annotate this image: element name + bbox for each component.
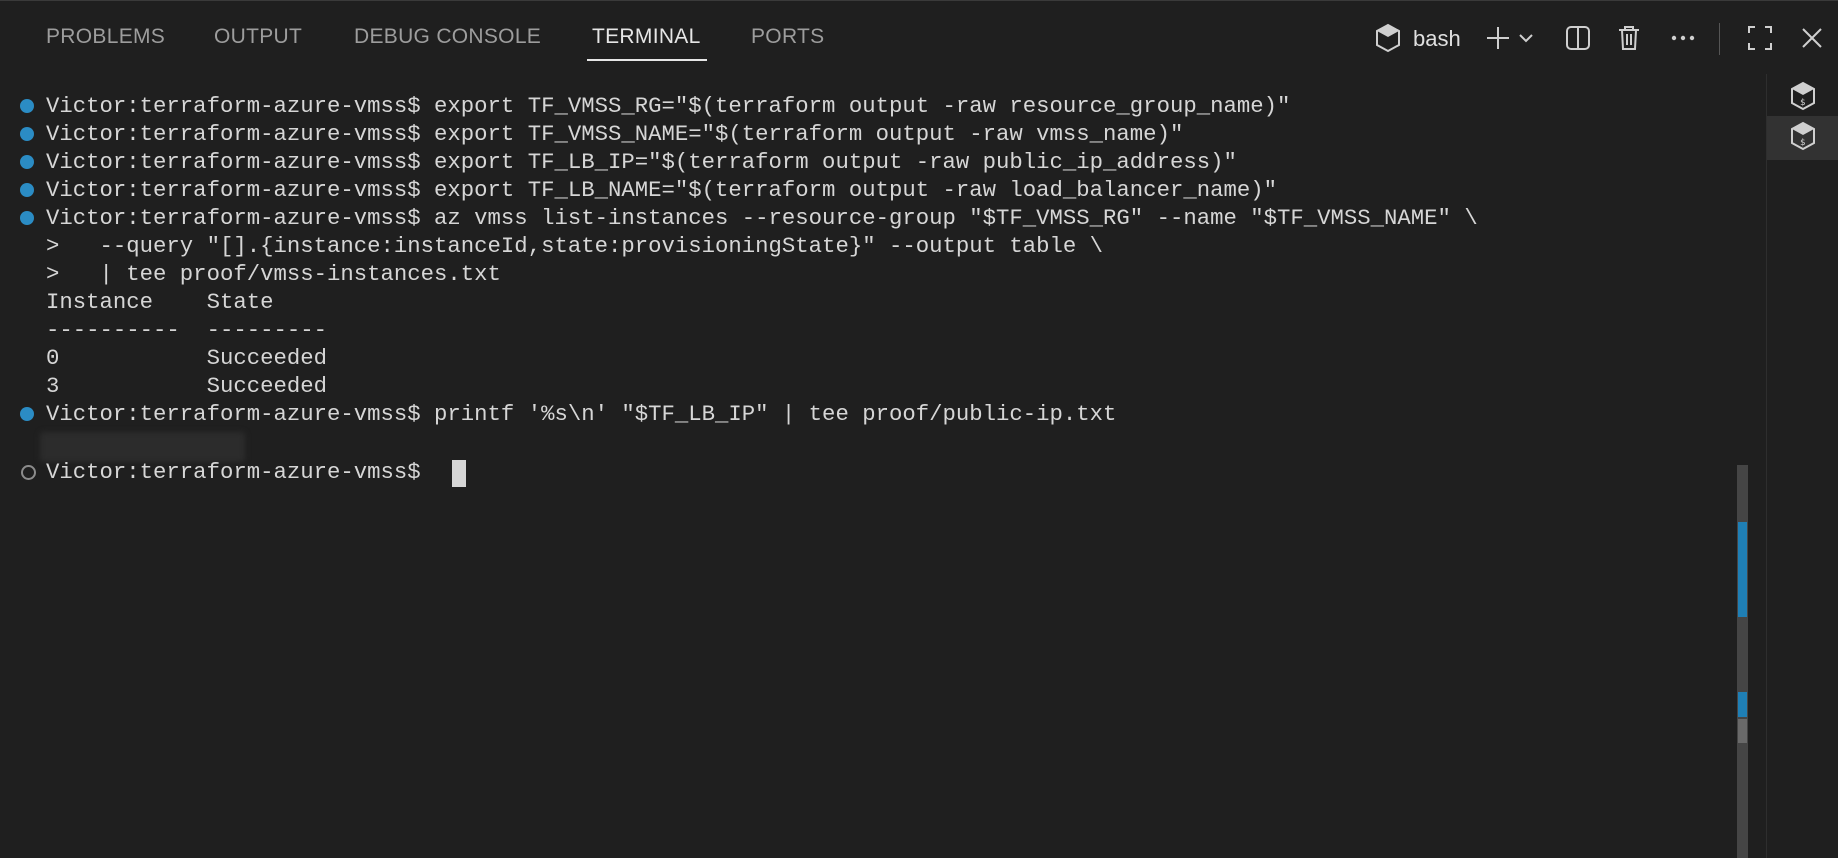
terminal-output[interactable]: Victor:terraform-azure-vmss$ export TF_V… bbox=[0, 92, 1766, 852]
command-success-marker[interactable] bbox=[20, 127, 34, 141]
terminal-cursor bbox=[452, 460, 466, 487]
split-terminal-icon[interactable] bbox=[1561, 21, 1595, 55]
scrollbar-marker bbox=[1738, 692, 1747, 717]
bash-terminal-icon: $ bbox=[1789, 81, 1817, 116]
chevron-down-icon[interactable] bbox=[1514, 21, 1538, 55]
terminal-line: Instance State bbox=[46, 289, 274, 315]
terminal-line: 0 Succeeded bbox=[46, 345, 327, 371]
maximize-icon[interactable] bbox=[1743, 21, 1777, 55]
svg-text:$: $ bbox=[1385, 40, 1390, 50]
terminal-line: Victor:terraform-azure-vmss$ export TF_L… bbox=[46, 177, 1277, 203]
terminal-line: 3 Succeeded bbox=[46, 373, 327, 399]
panel-header: PROBLEMS OUTPUT DEBUG CONSOLE TERMINAL P… bbox=[0, 0, 1838, 74]
terminal-line: Victor:terraform-azure-vmss$ az vmss lis… bbox=[46, 205, 1478, 231]
toolbar-divider bbox=[1719, 23, 1720, 55]
terminal-tabs-list: $ $ bbox=[1766, 74, 1838, 858]
tab-debug-console[interactable]: DEBUG CONSOLE bbox=[354, 25, 541, 55]
terminal-instance-1[interactable]: $ bbox=[1767, 76, 1838, 120]
terminal-instance-2[interactable]: $ bbox=[1767, 116, 1838, 160]
tab-ports[interactable]: PORTS bbox=[751, 25, 824, 55]
terminal-line: Victor:terraform-azure-vmss$ export TF_L… bbox=[46, 149, 1237, 175]
terminal-line: Victor:terraform-azure-vmss$ export TF_V… bbox=[46, 121, 1184, 147]
terminal-line: > | tee proof/vmss-instances.txt bbox=[46, 261, 501, 287]
trash-icon[interactable] bbox=[1612, 21, 1646, 55]
add-terminal-icon[interactable] bbox=[1481, 21, 1515, 55]
svg-text:$: $ bbox=[1800, 98, 1805, 108]
command-pending-marker bbox=[21, 465, 36, 480]
scrollbar-marker bbox=[1738, 719, 1747, 743]
tab-output[interactable]: OUTPUT bbox=[214, 25, 302, 55]
terminal-line: > --query "[].{instance:instanceId,state… bbox=[46, 233, 1104, 259]
bash-terminal-icon: $ bbox=[1789, 121, 1817, 156]
terminal-line: Victor:terraform-azure-vmss$ printf '%s\… bbox=[46, 401, 1117, 427]
close-icon[interactable] bbox=[1795, 21, 1829, 55]
scrollbar-marker bbox=[1738, 522, 1747, 617]
more-actions-icon[interactable] bbox=[1666, 21, 1700, 55]
terminal-line: Victor:terraform-azure-vmss$ export TF_V… bbox=[46, 93, 1291, 119]
terminal-line: ---------- --------- bbox=[46, 317, 327, 343]
active-tab-indicator bbox=[587, 59, 707, 61]
svg-text:$: $ bbox=[1800, 138, 1805, 148]
command-success-marker[interactable] bbox=[20, 155, 34, 169]
shell-label[interactable]: bash bbox=[1413, 26, 1461, 52]
terminal-prompt: Victor:terraform-azure-vmss$ bbox=[46, 459, 435, 485]
tab-problems[interactable]: PROBLEMS bbox=[46, 25, 165, 55]
command-success-marker[interactable] bbox=[20, 211, 34, 225]
terminal-profile-icon[interactable]: $ bbox=[1371, 21, 1405, 55]
command-success-marker[interactable] bbox=[20, 99, 34, 113]
command-success-marker[interactable] bbox=[20, 407, 34, 421]
tab-terminal[interactable]: TERMINAL bbox=[592, 25, 701, 55]
command-success-marker[interactable] bbox=[20, 183, 34, 197]
